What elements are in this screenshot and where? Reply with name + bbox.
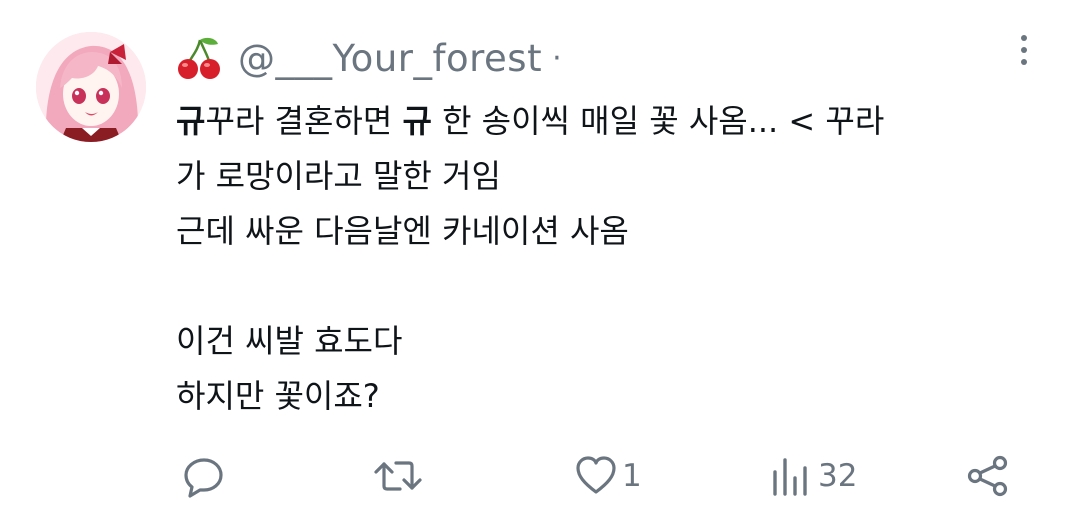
like-count: 1 [622, 458, 642, 494]
views-count: 32 [818, 458, 858, 494]
action-bar: 1 32 [176, 446, 1036, 506]
reply-icon [184, 458, 223, 498]
retweet-icon [374, 461, 422, 491]
avatar-image [36, 32, 146, 142]
views-button[interactable]: 32 [770, 446, 857, 506]
tweet-text-bold: 규 [402, 102, 432, 140]
tweet: @___Your_forest · 규꾸라 결혼하면 규 한 송이씩 매일 꽃 … [0, 0, 1080, 524]
tweet-line-5: 이건 씨발 효도다 [176, 322, 403, 360]
retweet-button[interactable] [372, 446, 424, 506]
heart-icon [576, 456, 616, 494]
tweet-header: @___Your_forest · [176, 34, 562, 82]
reply-button[interactable] [182, 446, 226, 506]
tweet-line-2: 가 로망이라고 말한 거임 [176, 157, 501, 195]
more-options-icon[interactable] [1012, 32, 1036, 72]
tweet-line-1: 규꾸라 결혼하면 규 한 송이씩 매일 꽃 사옴... < 꾸라 [176, 94, 1036, 149]
tweet-text: 규꾸라 결혼하면 규 한 송이씩 매일 꽃 사옴... < 꾸라 가 로망이라고… [176, 94, 1036, 424]
tweet-text-span: 꾸라 결혼하면 [205, 102, 403, 140]
tweet-text-span: 한 송이씩 매일 꽃 사옴... < 꾸라 [431, 102, 885, 140]
views-icon [773, 458, 807, 496]
cherry-icon [176, 34, 224, 82]
avatar[interactable] [36, 32, 146, 142]
separator-dot: · [552, 40, 562, 76]
share-button[interactable] [966, 446, 1010, 506]
tweet-line-3: 근데 싸운 다음날엔 카네이션 사옴 [176, 212, 629, 250]
tweet-line-6: 하지만 꽃이죠? [176, 377, 380, 415]
share-icon [967, 455, 1008, 497]
tweet-text-bold: 규 [176, 102, 206, 140]
like-button[interactable]: 1 [574, 446, 642, 506]
author-handle[interactable]: @___Your_forest [238, 37, 542, 80]
